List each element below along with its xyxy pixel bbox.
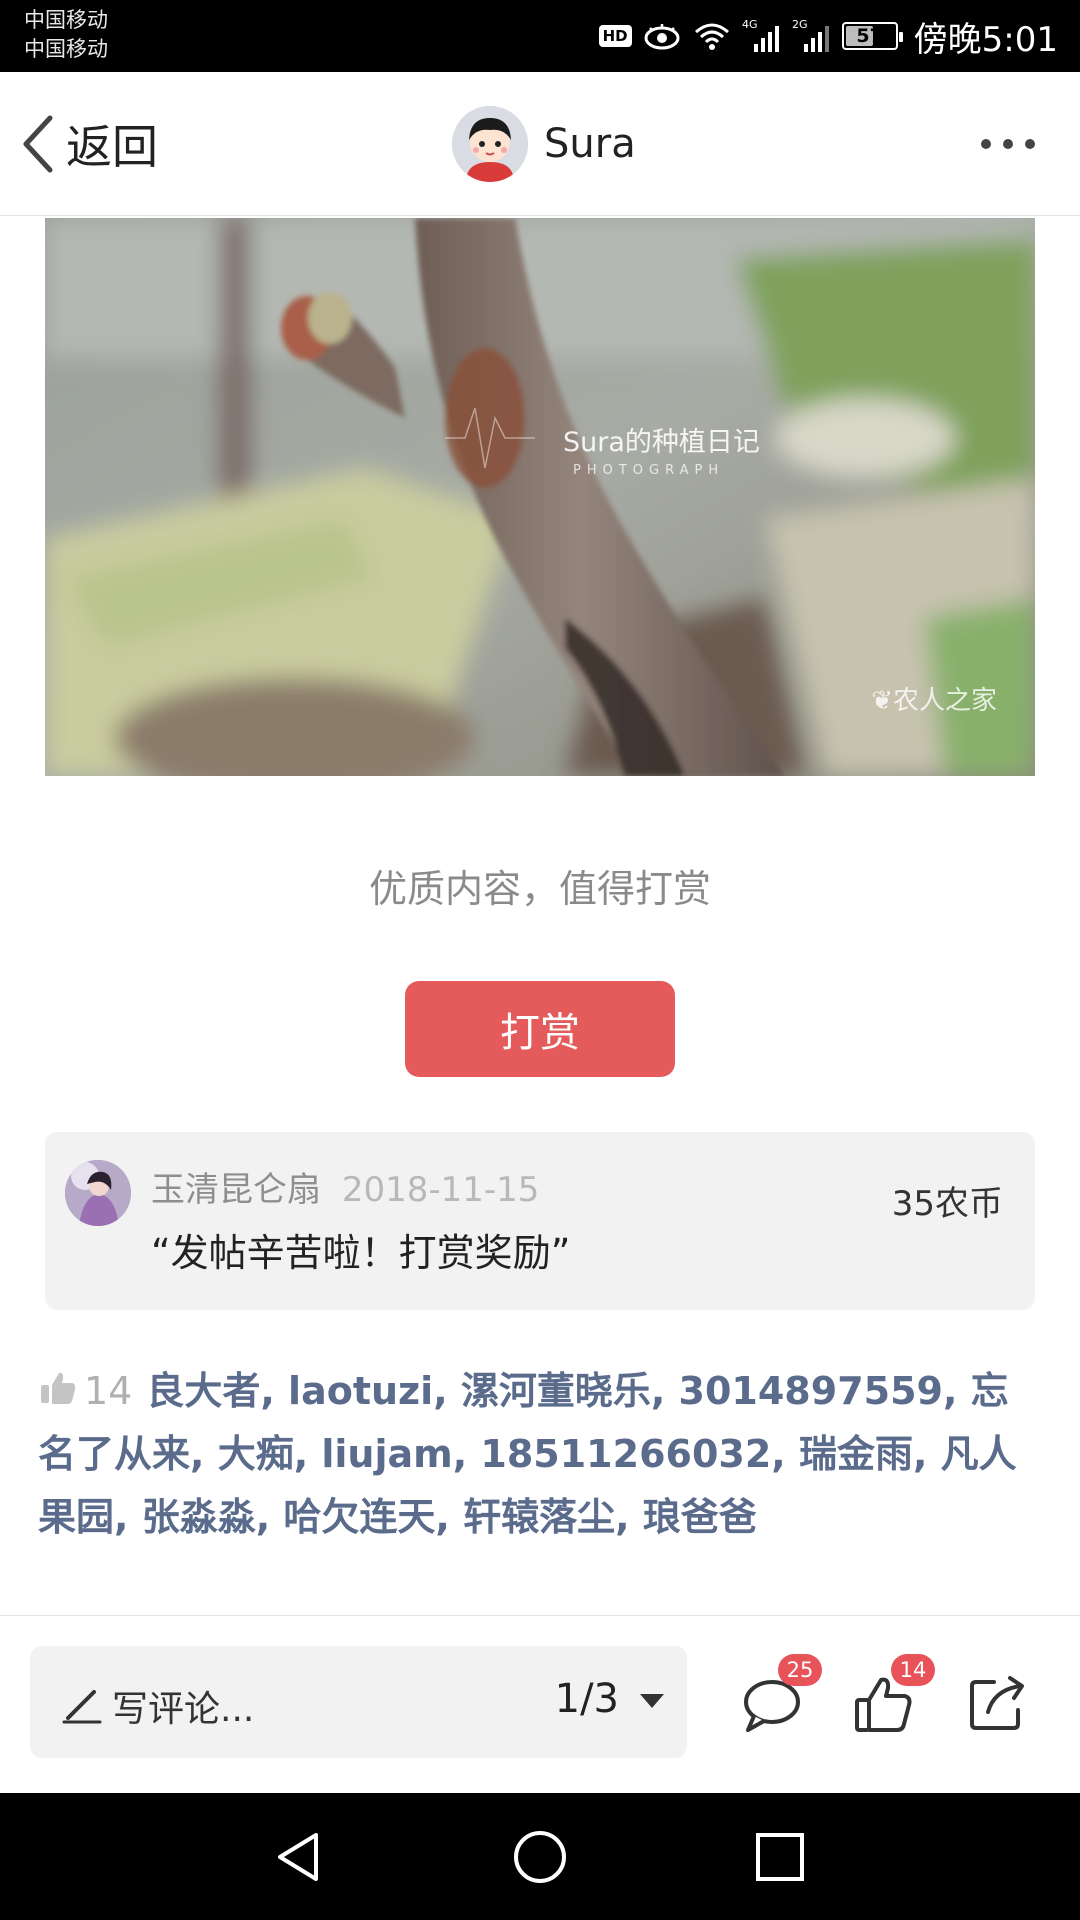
- liker-separator: ,: [942, 1369, 971, 1413]
- more-dots-icon[interactable]: [976, 124, 1040, 164]
- thumbs-up-icon: [41, 1372, 76, 1404]
- back-label: 返回: [66, 120, 158, 174]
- battery-icon: 57: [841, 22, 903, 50]
- likers-list: 14 良大者, laotuzi, 漯河董晓乐, 3014897559, 忘名了从来…: [38, 1360, 1042, 1549]
- liker-name[interactable]: 3014897559: [679, 1369, 943, 1413]
- caret-down-icon[interactable]: [637, 1686, 667, 1716]
- page-indicator[interactable]: 1/3: [555, 1676, 619, 1722]
- like-count-badge: 14: [891, 1654, 935, 1686]
- author-avatar[interactable]: [452, 106, 528, 182]
- hd-icon: HD: [598, 25, 632, 47]
- chevron-left-icon: [23, 115, 53, 173]
- share-icon: [970, 1676, 1024, 1730]
- liker-name[interactable]: 良大者: [146, 1369, 260, 1413]
- liker-name[interactable]: 大痴: [218, 1432, 294, 1476]
- liker-separator: ,: [912, 1432, 941, 1476]
- status-icons: HD 4G 2G 57 傍晚5:01: [598, 0, 1058, 72]
- liker-name[interactable]: liujam: [321, 1432, 452, 1476]
- pencil-icon: [62, 1690, 102, 1724]
- status-bar: 中国移动 中国移动 HD 4G 2G 57 傍晚5:01: [0, 0, 1080, 72]
- watermark-subtitle: PHOTOGRAPH: [573, 463, 725, 478]
- giver-name[interactable]: 玉清昆仑扇: [151, 1170, 321, 1210]
- carrier-2: 中国移动: [24, 37, 108, 61]
- giver-line: 玉清昆仑扇 2018-11-15: [151, 1162, 539, 1211]
- liker-name[interactable]: 轩辕落尘: [463, 1495, 615, 1539]
- reward-message: “发帖辛苦啦！打赏奖励”: [151, 1231, 571, 1275]
- giver-avatar[interactable]: [65, 1160, 131, 1226]
- nav-header: 返回 Sura: [0, 72, 1080, 216]
- liker-separator: ,: [615, 1495, 643, 1539]
- clock: 傍晚5:01: [913, 19, 1058, 60]
- eye-comfort-icon: [644, 24, 680, 50]
- reward-record-card: 玉清昆仑扇 2018-11-15 “发帖辛苦啦！打赏奖励” 35农币: [45, 1132, 1035, 1310]
- nav-recents-icon[interactable]: [750, 1827, 810, 1887]
- site-watermark: ❦农人之家: [871, 680, 997, 717]
- battery-text: 57: [856, 25, 883, 47]
- site-watermark-text: 农人之家: [892, 686, 997, 716]
- author-info[interactable]: Sura: [452, 106, 636, 182]
- liker-separator: ,: [255, 1495, 284, 1539]
- liker-name[interactable]: 琅爸爸: [643, 1495, 757, 1539]
- author-name[interactable]: Sura: [544, 121, 636, 167]
- watermark-title: Sura的种植日记: [563, 427, 760, 458]
- liker-separator: ,: [190, 1432, 218, 1476]
- reward-prompt: 优质内容，值得打赏: [368, 867, 711, 911]
- comment-input[interactable]: 写评论... 1/3: [30, 1646, 687, 1758]
- giver-avatar-image: [65, 1160, 131, 1226]
- photo-watermark: Sura的种植日记 PHOTOGRAPH: [563, 420, 883, 478]
- like-count: 14: [84, 1369, 133, 1413]
- liker-name[interactable]: 瑞金雨: [799, 1432, 913, 1476]
- liker-name[interactable]: laotuzi: [288, 1369, 433, 1413]
- liker-separator: ,: [771, 1432, 799, 1476]
- comment-placeholder: 写评论...: [112, 1689, 255, 1730]
- comment-count-badge: 25: [778, 1654, 822, 1686]
- liker-name[interactable]: 18511266032: [480, 1432, 771, 1476]
- content-divider: [0, 1615, 1080, 1616]
- cartoon-girl-avatar-icon: [452, 106, 528, 182]
- reward-date: 2018-11-15: [341, 1170, 540, 1210]
- nav-home-icon[interactable]: [510, 1827, 570, 1887]
- liker-name[interactable]: 张淼淼: [142, 1495, 256, 1539]
- network-2g-label: 2G: [792, 18, 808, 31]
- reward-button[interactable]: 打赏: [405, 981, 675, 1077]
- liker-names: 良大者, laotuzi, 漯河董晓乐, 3014897559, 忘名了从来, …: [38, 1369, 1017, 1539]
- share-button[interactable]: [966, 1672, 1030, 1736]
- wifi-icon: [694, 23, 729, 50]
- liker-separator: ,: [114, 1495, 142, 1539]
- site-logo-icon: ❦: [871, 686, 893, 716]
- signal-4g-icon: 4G: [742, 18, 779, 52]
- liker-separator: ,: [260, 1369, 289, 1413]
- nav-back-icon[interactable]: [270, 1827, 330, 1887]
- network-4g-label: 4G: [742, 18, 758, 31]
- reward-amount: 35农币: [891, 1184, 1003, 1224]
- liker-separator: ,: [435, 1495, 464, 1539]
- system-nav-bar: [0, 1793, 1080, 1920]
- liker-separator: ,: [650, 1369, 679, 1413]
- back-button[interactable]: 返回: [18, 112, 158, 176]
- carrier-info: 中国移动 中国移动: [24, 6, 108, 64]
- liker-separator: ,: [293, 1432, 322, 1476]
- liker-separator: ,: [433, 1369, 461, 1413]
- post-photo[interactable]: Sura的种植日记 PHOTOGRAPH ❦农人之家: [45, 218, 1035, 776]
- liker-name[interactable]: 哈欠连天: [283, 1495, 435, 1539]
- carrier-1: 中国移动: [24, 8, 108, 32]
- comment-button[interactable]: 25: [740, 1654, 822, 1736]
- liker-name[interactable]: 漯河董晓乐: [461, 1369, 651, 1413]
- like-button[interactable]: 14: [853, 1654, 935, 1736]
- signal-2g-icon: 2G: [792, 18, 829, 52]
- liker-separator: ,: [452, 1432, 481, 1476]
